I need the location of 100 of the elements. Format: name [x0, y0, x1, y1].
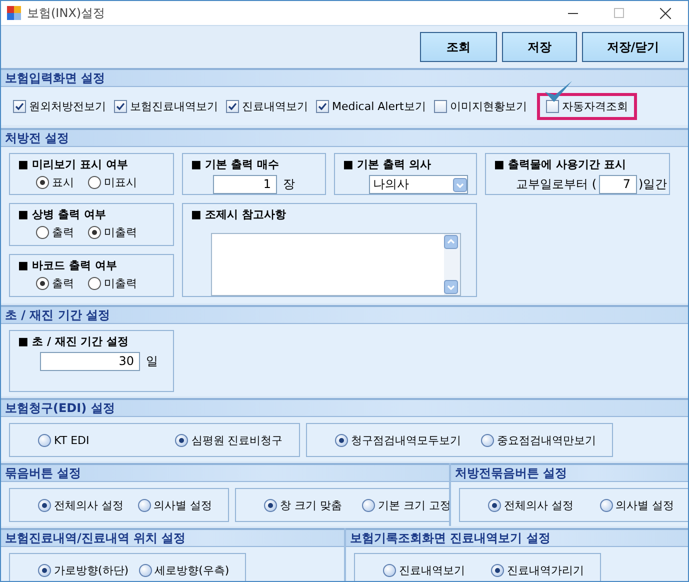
section-title: 초 / 재진 기간 설정: [5, 306, 110, 324]
checkbox-option[interactable]: 이미지현황보기: [434, 98, 527, 114]
toolbar-button[interactable]: 저장/닫기: [582, 32, 684, 62]
period-suffix: )일간: [638, 176, 668, 193]
radio-button[interactable]: [600, 498, 612, 512]
radio-button[interactable]: [38, 498, 51, 512]
checkbox-label: 자동자격조회: [562, 98, 628, 114]
radio-label: 전체의사 설정: [54, 498, 124, 512]
radio-button[interactable]: [36, 176, 49, 189]
number-field[interactable]: 30: [40, 352, 140, 371]
radio-label: 진료내역보기: [399, 562, 465, 578]
radio-button[interactable]: [38, 434, 51, 446]
days-field[interactable]: 7: [598, 175, 636, 194]
number-field[interactable]: 1: [213, 175, 277, 194]
section-title: 보험기록조회화면 진료내역보기 설정: [350, 530, 550, 546]
close-icon[interactable]: [660, 8, 670, 18]
radio-option[interactable]: 미표시: [88, 175, 137, 190]
radio-option[interactable]: 의사별 설정: [138, 498, 212, 512]
section-title: 보험진료내역/진료내역 위치 설정: [5, 530, 186, 546]
radio-label: 미출력: [104, 276, 137, 291]
group-title: ■ 상병 출력 여부: [18, 207, 107, 222]
radio-label: 의사별 설정: [154, 498, 212, 512]
radio-button[interactable]: [36, 277, 49, 290]
toolbar-button[interactable]: 저장: [502, 32, 577, 62]
group-title: ■ 기본 출력 의사: [343, 157, 432, 172]
scroll-down-icon[interactable]: [444, 280, 458, 294]
radio-button[interactable]: [383, 564, 396, 576]
group-title: ■ 출력물에 사용기간 표시: [494, 157, 627, 172]
radio-label: 세로방향(우측): [154, 562, 230, 578]
radio-label: 출력: [52, 225, 74, 240]
radio-label: 표시: [52, 175, 74, 190]
section-title: 처방전 설정: [5, 130, 70, 146]
unit-label: 일: [146, 353, 158, 370]
scroll-up-icon[interactable]: [444, 235, 458, 249]
app-icon: [7, 6, 21, 20]
radio-label: 전체의사 설정: [504, 498, 574, 512]
radio-option[interactable]: 가로방향(하단): [38, 562, 129, 578]
group-title: ■ 미리보기 표시 여부: [18, 157, 129, 172]
radio-option[interactable]: 세로방향(우측): [138, 562, 230, 578]
checkbox-option[interactable]: 보험진료내역보기: [114, 98, 218, 114]
radio-button[interactable]: [488, 498, 501, 512]
group-title: ■ 바코드 출력 여부: [18, 258, 118, 273]
unit-label: 장: [283, 176, 295, 193]
checkbox[interactable]: [226, 100, 239, 112]
radio-option[interactable]: 표시: [36, 175, 74, 190]
radio-button[interactable]: [362, 498, 375, 512]
doctor-dropdown[interactable]: 나의사: [369, 175, 468, 194]
checkbox-option[interactable]: 원외처방전보기: [13, 98, 106, 114]
checkbox-label: 진료내역보기: [242, 98, 308, 114]
radio-button[interactable]: [480, 434, 494, 446]
radio-label: 출력: [52, 276, 74, 291]
scrollbar[interactable]: [444, 234, 460, 295]
checkbox-option[interactable]: 진료내역보기: [226, 98, 308, 114]
radio-option[interactable]: 미출력: [88, 276, 137, 291]
radio-label: 미표시: [104, 175, 137, 190]
radio-button[interactable]: [175, 434, 188, 446]
radio-label: 가로방향(하단): [54, 562, 129, 578]
checkbox[interactable]: [13, 100, 26, 112]
group-title: ■ 초 / 재진 기간 설정: [18, 334, 130, 349]
radio-button[interactable]: [334, 434, 348, 446]
radio-option[interactable]: 진료내역보기: [383, 562, 465, 578]
radio-button[interactable]: [264, 498, 277, 512]
radio-label: 미출력: [104, 225, 137, 240]
checkbox[interactable]: [114, 100, 127, 112]
radio-option[interactable]: 미출력: [88, 225, 137, 240]
checkbox-label: 이미지현황보기: [450, 98, 527, 114]
radio-option[interactable]: 창 크기 맞춤: [264, 498, 342, 512]
radio-button[interactable]: [88, 277, 101, 290]
checkbox-label: 원외처방전보기: [29, 98, 106, 114]
radio-option[interactable]: 출력: [36, 225, 74, 240]
radio-button[interactable]: [88, 176, 101, 189]
radio-option[interactable]: 진료내역가리기: [491, 562, 584, 578]
checkbox[interactable]: [546, 100, 559, 112]
checkbox[interactable]: [434, 100, 447, 112]
radio-option[interactable]: 출력: [36, 276, 74, 291]
period-prefix: 교부일로부터 (: [516, 176, 596, 193]
radio-option[interactable]: 의사별 설정: [600, 498, 674, 512]
radio-button[interactable]: [88, 226, 101, 239]
section-title: 묶음버튼 설정: [5, 464, 82, 482]
checkbox-option[interactable]: 자동자격조회: [536, 92, 637, 120]
radio-button[interactable]: [138, 564, 152, 576]
toolbar-button[interactable]: 조회: [420, 32, 497, 62]
radio-option[interactable]: 전체의사 설정: [488, 498, 574, 512]
radio-label: 창 크기 맞춤: [280, 498, 342, 512]
radio-button[interactable]: [38, 564, 51, 576]
window-title: 보험(INX)설정: [27, 4, 106, 22]
checkbox[interactable]: [316, 100, 329, 112]
group-title: ■ 조제시 참고사항: [191, 207, 288, 222]
radio-label: 진료내역가리기: [507, 562, 584, 578]
radio-button[interactable]: [491, 564, 504, 576]
radio-option[interactable]: 전체의사 설정: [38, 498, 124, 512]
radio-button[interactable]: [138, 498, 150, 512]
checkbox-label: 보험진료내역보기: [130, 98, 218, 114]
group-title: ■ 기본 출력 매수: [191, 157, 280, 172]
section-title: 보험청구(EDI) 설정: [5, 400, 115, 416]
radio-label: KT EDI: [54, 434, 90, 446]
radio-button[interactable]: [36, 226, 49, 239]
radio-label: 의사별 설정: [616, 498, 674, 512]
section-title: 처방전묶음버튼 설정: [455, 464, 568, 482]
radio-option[interactable]: KT EDI: [38, 434, 90, 446]
